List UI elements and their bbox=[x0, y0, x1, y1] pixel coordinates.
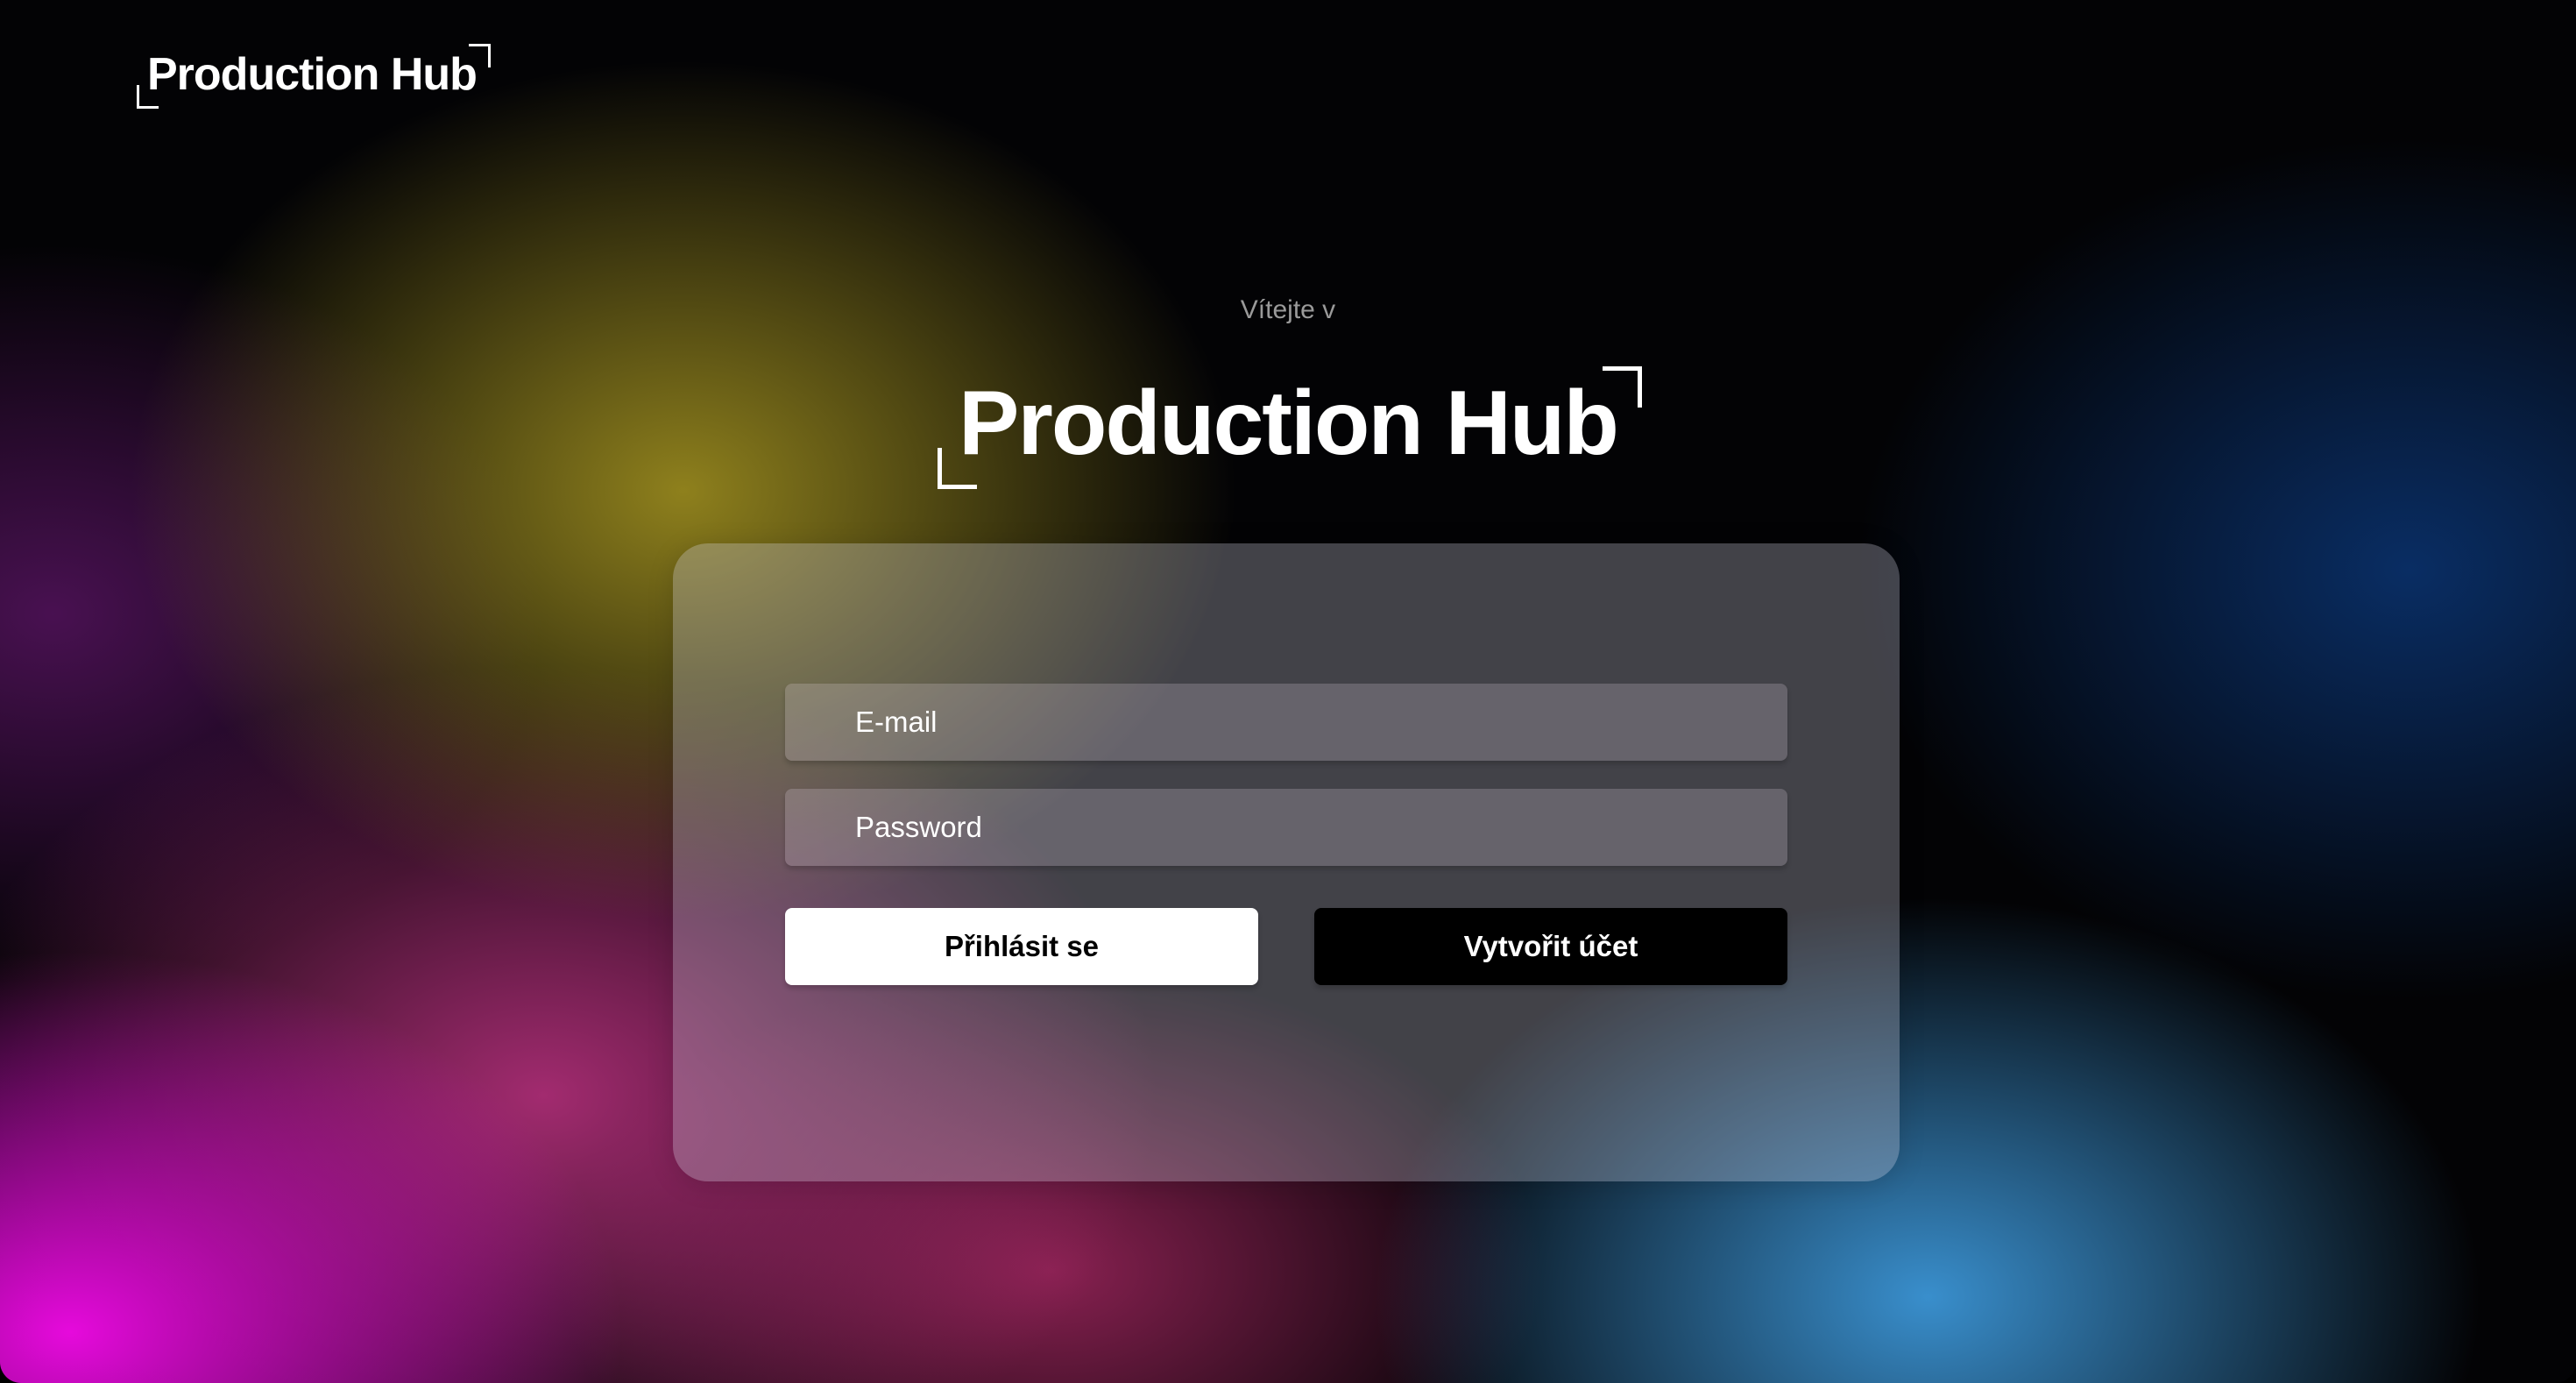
hero-logo-bracket-bottom-left bbox=[938, 448, 978, 489]
login-page: Production Hub Vítejte v Production Hub … bbox=[0, 0, 2576, 1383]
login-card: Přihlásit se Vytvořit účet bbox=[673, 543, 1900, 1181]
login-button[interactable]: Přihlásit se bbox=[785, 908, 1258, 985]
hero-logo-wrapper: Production Hub bbox=[938, 366, 1642, 489]
header-logo[interactable]: Production Hub bbox=[137, 44, 491, 109]
welcome-text: Vítejte v bbox=[1240, 295, 1336, 324]
email-field[interactable] bbox=[785, 684, 1787, 761]
logo-bracket-top-right bbox=[468, 44, 491, 67]
create-account-button[interactable]: Vytvořit účet bbox=[1314, 908, 1787, 985]
logo-bracket-bottom-left bbox=[137, 85, 159, 109]
hero-logo-bracket-top-right bbox=[1602, 366, 1642, 408]
password-field[interactable] bbox=[785, 789, 1787, 866]
hero-logo-text: Production Hub bbox=[959, 372, 1619, 474]
hero-logo: Production Hub bbox=[0, 366, 2576, 489]
header-logo-text: Production Hub bbox=[147, 49, 478, 100]
